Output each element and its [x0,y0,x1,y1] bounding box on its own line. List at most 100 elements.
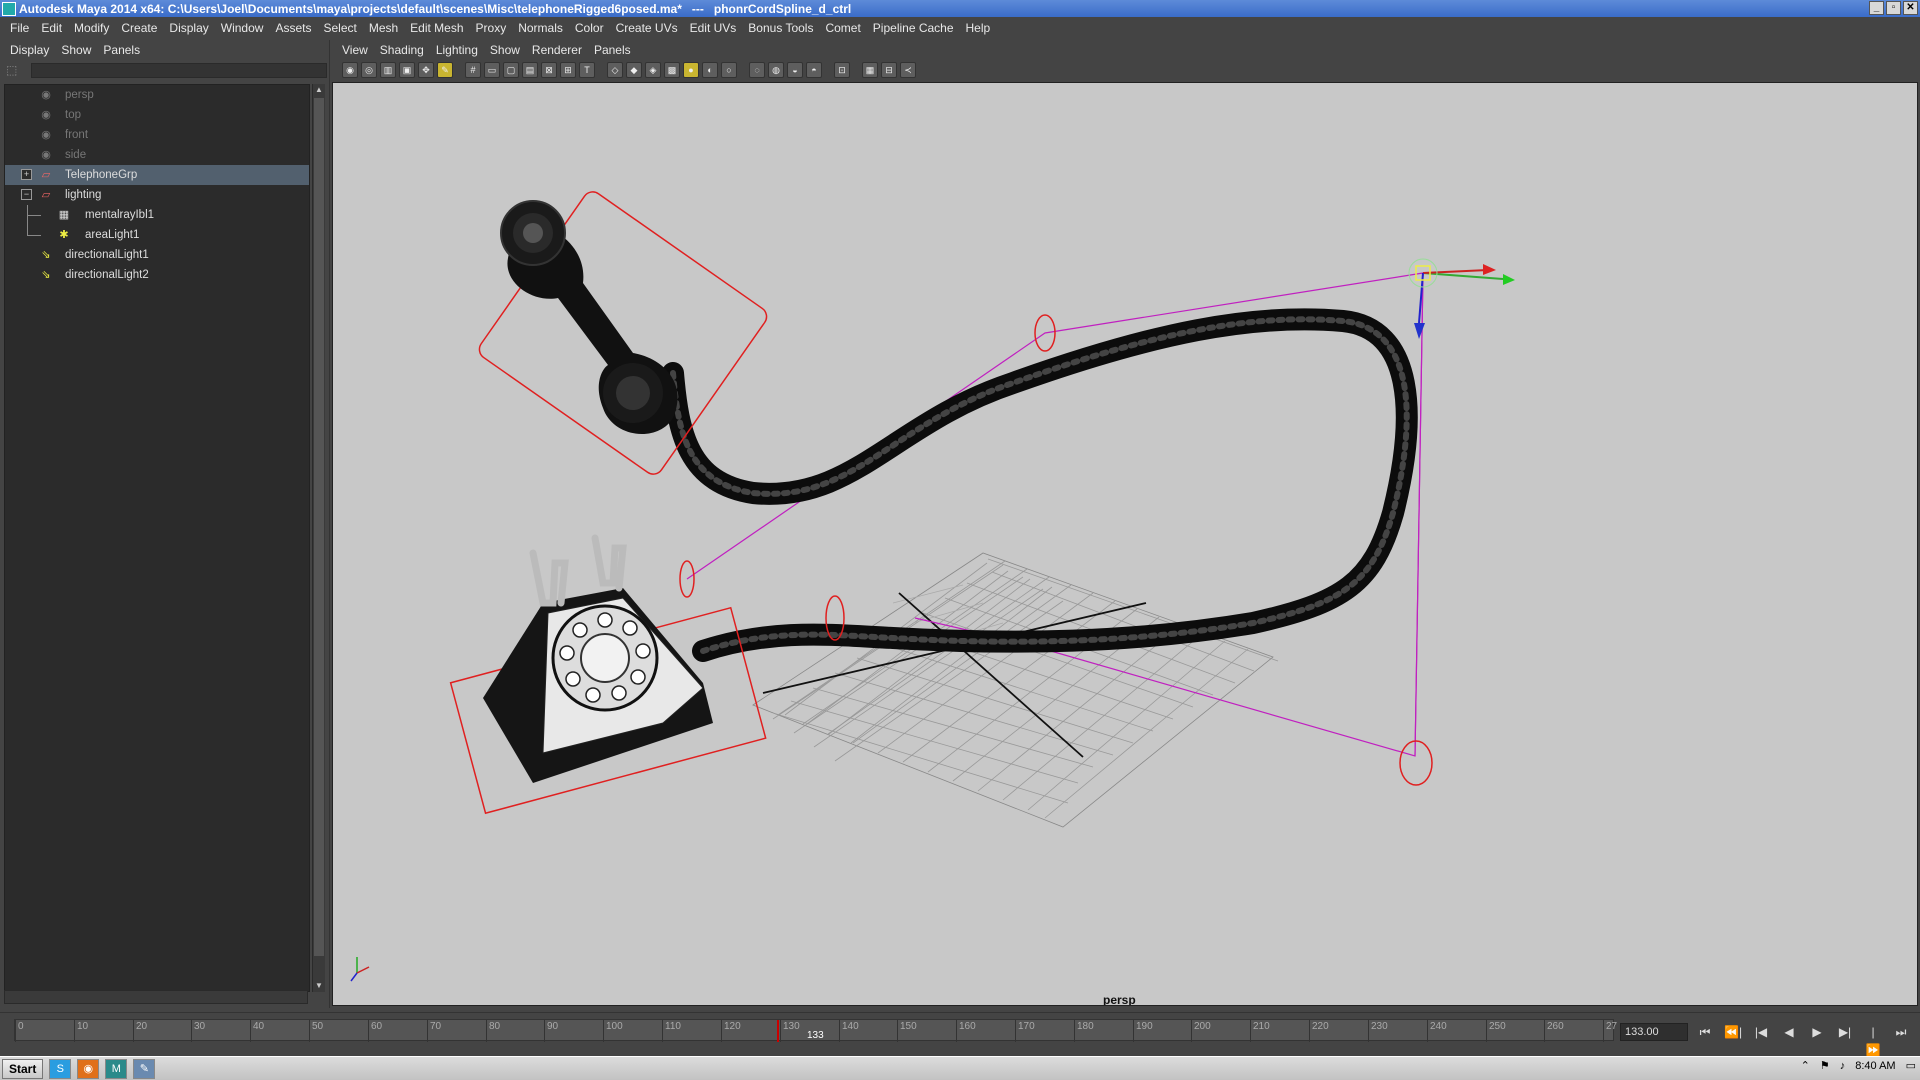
current-frame-field[interactable]: 133.00 [1620,1023,1688,1041]
cord-spline-controls[interactable] [679,314,1433,786]
wireframe-on-shaded-icon[interactable]: ◈ [645,62,661,78]
menu-modify[interactable]: Modify [68,21,115,35]
close-button[interactable]: ✕ [1903,1,1918,15]
menu-edit-uvs[interactable]: Edit UVs [684,21,743,35]
outliner-item-directionallight1[interactable]: ⇘ directionalLight1 [5,245,309,265]
textured-icon[interactable]: ▩ [664,62,680,78]
menu-proxy[interactable]: Proxy [470,21,513,35]
filter-icon[interactable]: ⬚ [6,63,17,77]
menu-display[interactable]: Display [163,21,214,35]
outliner-item-side[interactable]: ◉ side [5,145,309,165]
menu-window[interactable]: Window [215,21,270,35]
clock[interactable]: 8:40 AM [1855,1060,1895,1072]
step-forward-frame-icon[interactable]: ▶| [1836,1023,1854,1041]
menu-assets[interactable]: Assets [269,21,317,35]
outliner-item-arealight1[interactable]: ✱ areaLight1 [5,225,309,245]
menu-color[interactable]: Color [569,21,610,35]
ambient-occlusion-icon[interactable]: ○ [721,62,737,78]
time-ruler[interactable]: 0 10 20 30 40 50 60 70 80 90 100 110 120 130 140 150 160… [14,1019,1617,1042]
step-back-key-icon[interactable]: ⏪| [1724,1023,1742,1041]
viewport-menu-shading[interactable]: Shading [374,43,430,57]
viewport-menu-view[interactable]: View [336,43,374,57]
camera-attributes-icon[interactable]: ◎ [361,62,377,78]
xray-active-icon[interactable]: ◍ [768,62,784,78]
3d-viewport[interactable]: persp [332,82,1918,1006]
xray-joints-icon[interactable]: ◒ [787,62,803,78]
outliner-menu-show[interactable]: Show [55,43,97,57]
2d-pan-zoom-icon[interactable]: ✥ [418,62,434,78]
outliner-vertical-scrollbar[interactable]: ▲ ▼ [312,84,325,992]
menu-edit-mesh[interactable]: Edit Mesh [404,21,469,35]
wireframe-icon[interactable]: ◇ [607,62,623,78]
outliner-item-mentalrayibl1[interactable]: ▦ mentalrayIbl1 [5,205,309,225]
menu-file[interactable]: File [4,21,35,35]
outliner-menu-display[interactable]: Display [4,43,55,57]
use-all-lights-icon[interactable]: ● [683,62,699,78]
image-plane-icon[interactable]: ▣ [399,62,415,78]
go-to-start-icon[interactable]: ⏮ [1696,1023,1714,1041]
skype-icon[interactable]: S [49,1058,72,1079]
smooth-shade-icon[interactable]: ◆ [626,62,642,78]
menu-pipeline-cache[interactable]: Pipeline Cache [867,21,960,35]
menu-edit[interactable]: Edit [35,21,68,35]
bookmarks-icon[interactable]: ▥ [380,62,396,78]
tray-expand-icon[interactable]: ⌃ [1801,1059,1810,1072]
scrollbar-thumb[interactable] [314,98,324,956]
expand-button[interactable]: + [21,169,32,180]
restore-button[interactable]: ▫ [1886,1,1901,15]
outliner-item-lighting[interactable]: − ▱ lighting [5,185,309,205]
outliner-filter-field[interactable] [31,62,328,78]
minimize-button[interactable]: _ [1869,1,1884,15]
start-button[interactable]: Start [2,1058,44,1079]
viewport-menu-panels[interactable]: Panels [588,43,637,57]
gate-mask-icon[interactable]: ▤ [522,62,538,78]
resolution-gate-icon[interactable]: ▢ [503,62,519,78]
show-desktop-icon[interactable]: ▭ [1906,1059,1916,1072]
playhead-marker[interactable] [777,1020,779,1042]
viewport-menu-renderer[interactable]: Renderer [526,43,588,57]
menu-create-uvs[interactable]: Create UVs [610,21,684,35]
time-slider[interactable]: 0 10 20 30 40 50 60 70 80 90 100 110 120 130 140 150 160… [0,1012,1920,1057]
multisample-icon[interactable]: ⊟ [881,62,897,78]
menu-comet[interactable]: Comet [819,21,866,35]
shadows-icon[interactable]: ◐ [702,62,718,78]
xray-icon[interactable]: ◌ [749,62,765,78]
menu-mesh[interactable]: Mesh [363,21,404,35]
outliner-menu-panels[interactable]: Panels [97,43,146,57]
firefox-icon[interactable]: ◉ [77,1058,100,1079]
maya-taskbar-icon[interactable]: M [105,1058,128,1079]
handset[interactable] [476,188,771,478]
go-to-end-icon[interactable]: ⏭ [1892,1023,1910,1041]
viewport-menu-lighting[interactable]: Lighting [430,43,484,57]
hud-icon[interactable]: ▦ [862,62,878,78]
step-back-frame-icon[interactable]: |◀ [1752,1023,1770,1041]
collapse-button[interactable]: − [21,189,32,200]
outliner-item-front[interactable]: ◉ front [5,125,309,145]
menu-select[interactable]: Select [317,21,362,35]
safe-title-icon[interactable]: T [579,62,595,78]
menu-bonus-tools[interactable]: Bonus Tools [742,21,819,35]
menu-create[interactable]: Create [115,21,163,35]
scene-render[interactable] [333,83,1918,1006]
select-camera-icon[interactable]: ◉ [342,62,358,78]
play-forwards-icon[interactable]: ▶ [1808,1023,1826,1041]
play-backwards-icon[interactable]: ◀ [1780,1023,1798,1041]
cord-end-transform-manipulator[interactable] [1408,258,1515,339]
film-gate-icon[interactable]: ▭ [484,62,500,78]
outliner-item-directionallight2[interactable]: ⇘ directionalLight2 [5,265,309,285]
viewport-menu-show[interactable]: Show [484,43,526,57]
scroll-up-arrow-icon[interactable]: ▲ [314,84,324,96]
safe-action-icon[interactable]: ⊞ [560,62,576,78]
step-forward-key-icon[interactable]: |⏩ [1864,1023,1882,1057]
menu-normals[interactable]: Normals [512,21,569,35]
outliner-horizontal-scrollbar[interactable] [4,990,308,1004]
outliner-item-persp[interactable]: ◉ persp [5,85,309,105]
action-center-flag-icon[interactable]: ⚑ [1820,1059,1830,1072]
field-chart-icon[interactable]: ⊠ [541,62,557,78]
tool-taskbar-icon[interactable]: ✎ [133,1058,156,1079]
volume-icon[interactable]: ♪ [1840,1060,1846,1072]
outliner-item-top[interactable]: ◉ top [5,105,309,125]
share-icon[interactable]: ≺ [900,62,916,78]
scroll-down-arrow-icon[interactable]: ▼ [314,980,324,992]
menu-help[interactable]: Help [960,21,997,35]
